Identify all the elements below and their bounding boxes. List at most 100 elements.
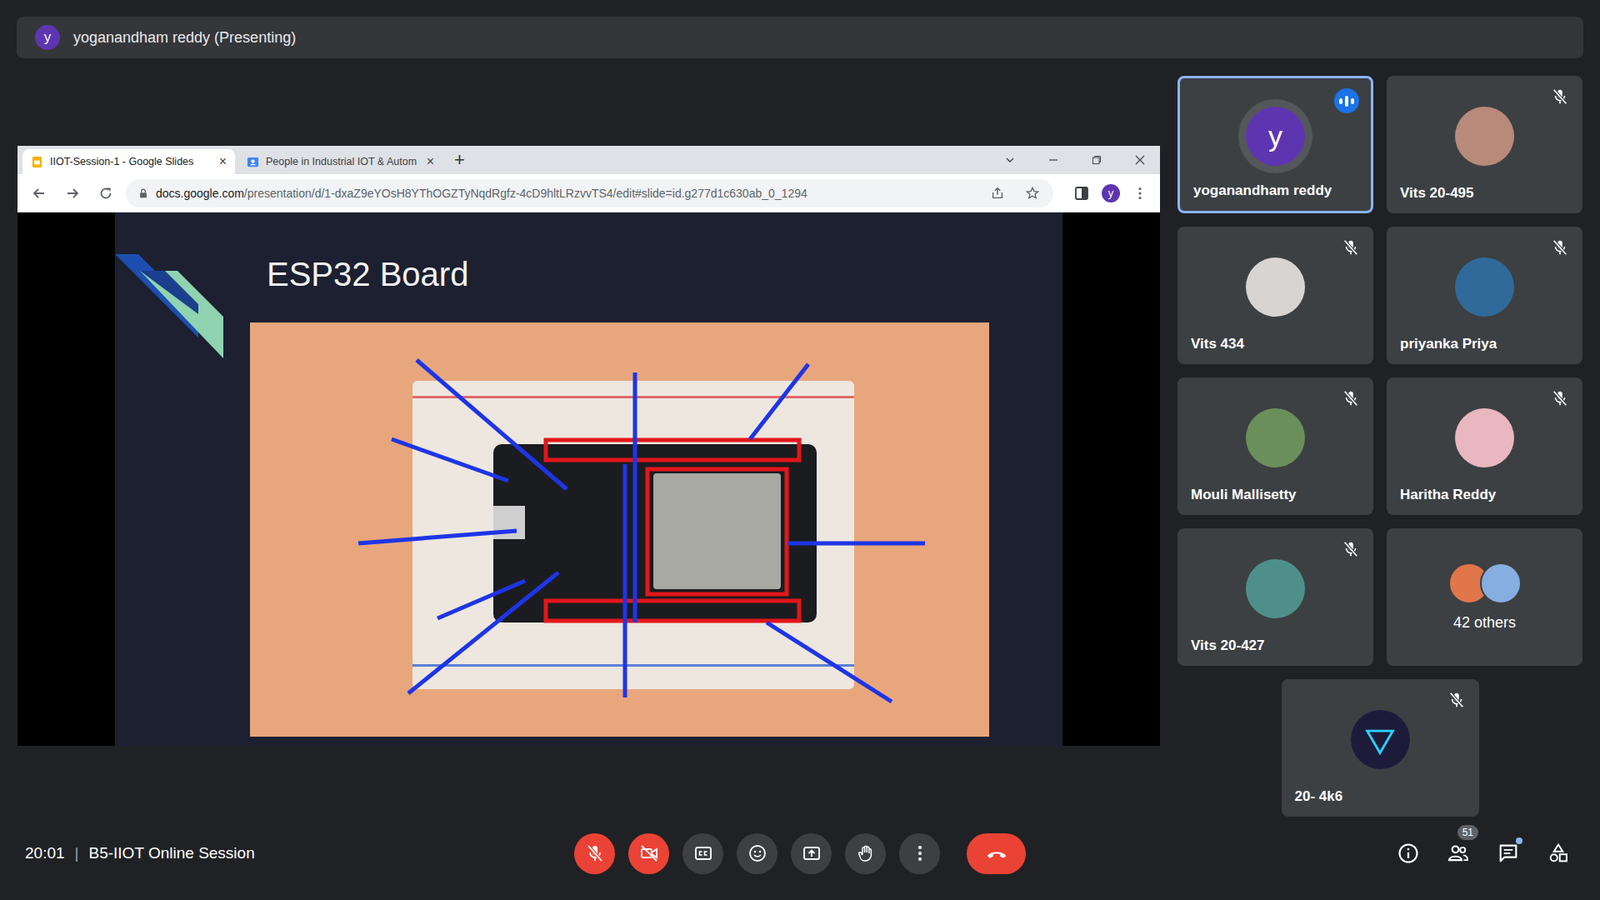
participant-name: yoganandham reddy [1193, 182, 1332, 200]
participant-tile[interactable]: 20- 4k6 [1281, 679, 1480, 817]
browser-tab[interactable]: People in Industrial IOT & Autom × [238, 149, 443, 175]
address-row: docs.google.com/presentation/d/1-dxaZ9eY… [17, 174, 1160, 213]
participant-name: Vits 20-427 [1190, 637, 1265, 655]
close-window-icon[interactable] [1133, 153, 1147, 167]
muted-mic-icon [1550, 87, 1570, 106]
restore-icon[interactable] [1090, 153, 1104, 167]
participant-count-badge: 51 [1457, 825, 1479, 840]
muted-mic-icon [1447, 690, 1466, 710]
participant-tile[interactable]: Vits 20-495 [1386, 75, 1583, 214]
end-call-icon [985, 841, 1009, 865]
speaking-indicator [1334, 88, 1360, 114]
participant-avatar [1455, 106, 1515, 166]
more-options-icon [910, 843, 930, 864]
participant-name: 20- 4k6 [1295, 788, 1344, 805]
activities-icon [1546, 841, 1570, 865]
slides-icon [30, 155, 44, 169]
url-text: docs.google.com/presentation/d/1-dxaZ9eY… [155, 186, 808, 200]
back-icon[interactable] [30, 185, 48, 202]
others-tile[interactable]: 42 others [1386, 528, 1583, 666]
side-panel-icon[interactable] [1073, 185, 1090, 202]
slide-title: ESP32 Board [266, 254, 1063, 295]
people-button[interactable]: 51 [1446, 841, 1470, 865]
meeting-info: 20:01 | B5-IIOT Online Session [25, 844, 575, 863]
speaking-bar [1345, 95, 1349, 107]
forward-icon[interactable] [64, 185, 81, 202]
captions-button[interactable] [682, 833, 724, 875]
info-icon [1396, 841, 1420, 865]
star-icon[interactable] [1025, 185, 1040, 201]
participant-tile[interactable]: y yoganandham reddy [1177, 75, 1374, 214]
participant-tile[interactable]: priyanka Priya [1386, 226, 1583, 365]
separator: | [75, 844, 80, 863]
participant-tile[interactable]: Vits 434 [1177, 226, 1374, 365]
lock-icon [137, 187, 150, 200]
tab-label: IIOT-Session-1 - Google Slides [50, 155, 213, 168]
share-icon[interactable] [990, 185, 1005, 201]
tab-close-button[interactable]: × [219, 154, 227, 170]
profile-avatar[interactable]: y [1101, 184, 1120, 203]
participant-avatar [1455, 257, 1515, 317]
meeting-title: B5-IIOT Online Session [88, 844, 255, 863]
browser-window: IIOT-Session-1 - Google Slides×People in… [17, 145, 1160, 746]
minimize-icon[interactable] [1046, 153, 1060, 167]
clock: 20:01 [25, 844, 65, 863]
speaking-bar [1350, 98, 1355, 105]
participant-avatar [1245, 408, 1305, 468]
participant-avatar: y [1245, 106, 1305, 166]
menu-icon[interactable] [1131, 185, 1149, 202]
info-button[interactable] [1396, 841, 1420, 865]
participant-avatar [1350, 710, 1410, 770]
side-controls: 51 [1025, 841, 1575, 865]
muted-mic-icon [1341, 389, 1360, 408]
participant-tile[interactable]: Vits 20-427 [1177, 528, 1374, 666]
call-controls [574, 833, 1026, 875]
camera-button[interactable] [628, 833, 670, 875]
slide-logo-icon [115, 254, 224, 359]
emoji-button[interactable] [736, 833, 778, 875]
tab-label: People in Industrial IOT & Autom [265, 155, 420, 168]
hand-button[interactable] [845, 833, 886, 875]
browser-tab[interactable]: IIOT-Session-1 - Google Slides × [22, 149, 235, 175]
esp32-photo [250, 322, 990, 737]
mic-off-icon [585, 843, 605, 864]
address-bar[interactable]: docs.google.com/presentation/d/1-dxaZ9eY… [125, 179, 1054, 208]
present-screen-icon [801, 843, 822, 864]
reload-icon[interactable] [97, 185, 115, 202]
slide: ESP32 Board [115, 212, 1063, 746]
tab-close-button[interactable]: × [426, 154, 435, 170]
unread-dot [1515, 837, 1523, 845]
slides-content: ESP32 Board [17, 212, 1160, 746]
people-icon [246, 155, 260, 169]
presenter-avatar: y [35, 25, 60, 50]
emoji-icon [747, 843, 768, 864]
present-button[interactable] [790, 833, 832, 875]
camera-off-icon [639, 843, 660, 864]
activities-button[interactable] [1546, 841, 1570, 865]
participant-name: Vits 434 [1190, 335, 1245, 353]
tab-search-icon[interactable] [1003, 153, 1017, 167]
more-button[interactable] [899, 833, 940, 875]
muted-mic-icon [1341, 540, 1360, 559]
participant-avatar [1245, 257, 1305, 317]
others-avatar [1480, 562, 1522, 605]
meet-screen: yyoganandham reddy (Presenting)IIOT-Sess… [0, 0, 1600, 900]
new-tab-button[interactable]: + [445, 149, 474, 171]
chat-button[interactable] [1496, 841, 1520, 865]
chat-icon [1496, 841, 1520, 865]
participant-name: priyanka Priya [1400, 335, 1497, 353]
participant-avatar [1245, 559, 1305, 619]
meeting-main: IIOT-Session-1 - Google Slides×People in… [0, 58, 1600, 820]
tab-strip: IIOT-Session-1 - Google Slides×People in… [17, 145, 1160, 175]
control-bar: 20:01 | B5-IIOT Online Session 51 [0, 820, 1600, 900]
participant-name: Vits 20-495 [1400, 185, 1475, 202]
raise-hand-icon [855, 843, 876, 864]
avatar-initial: y [1268, 120, 1283, 153]
participant-tile[interactable]: Haritha Reddy [1386, 377, 1583, 515]
leave-button[interactable] [966, 833, 1026, 875]
participant-name: Mouli Mallisetty [1190, 486, 1297, 504]
participant-avatar [1455, 408, 1515, 468]
participant-tile[interactable]: Mouli Mallisetty [1177, 377, 1374, 515]
people-icon [1446, 841, 1470, 865]
mic-button[interactable] [574, 833, 615, 875]
